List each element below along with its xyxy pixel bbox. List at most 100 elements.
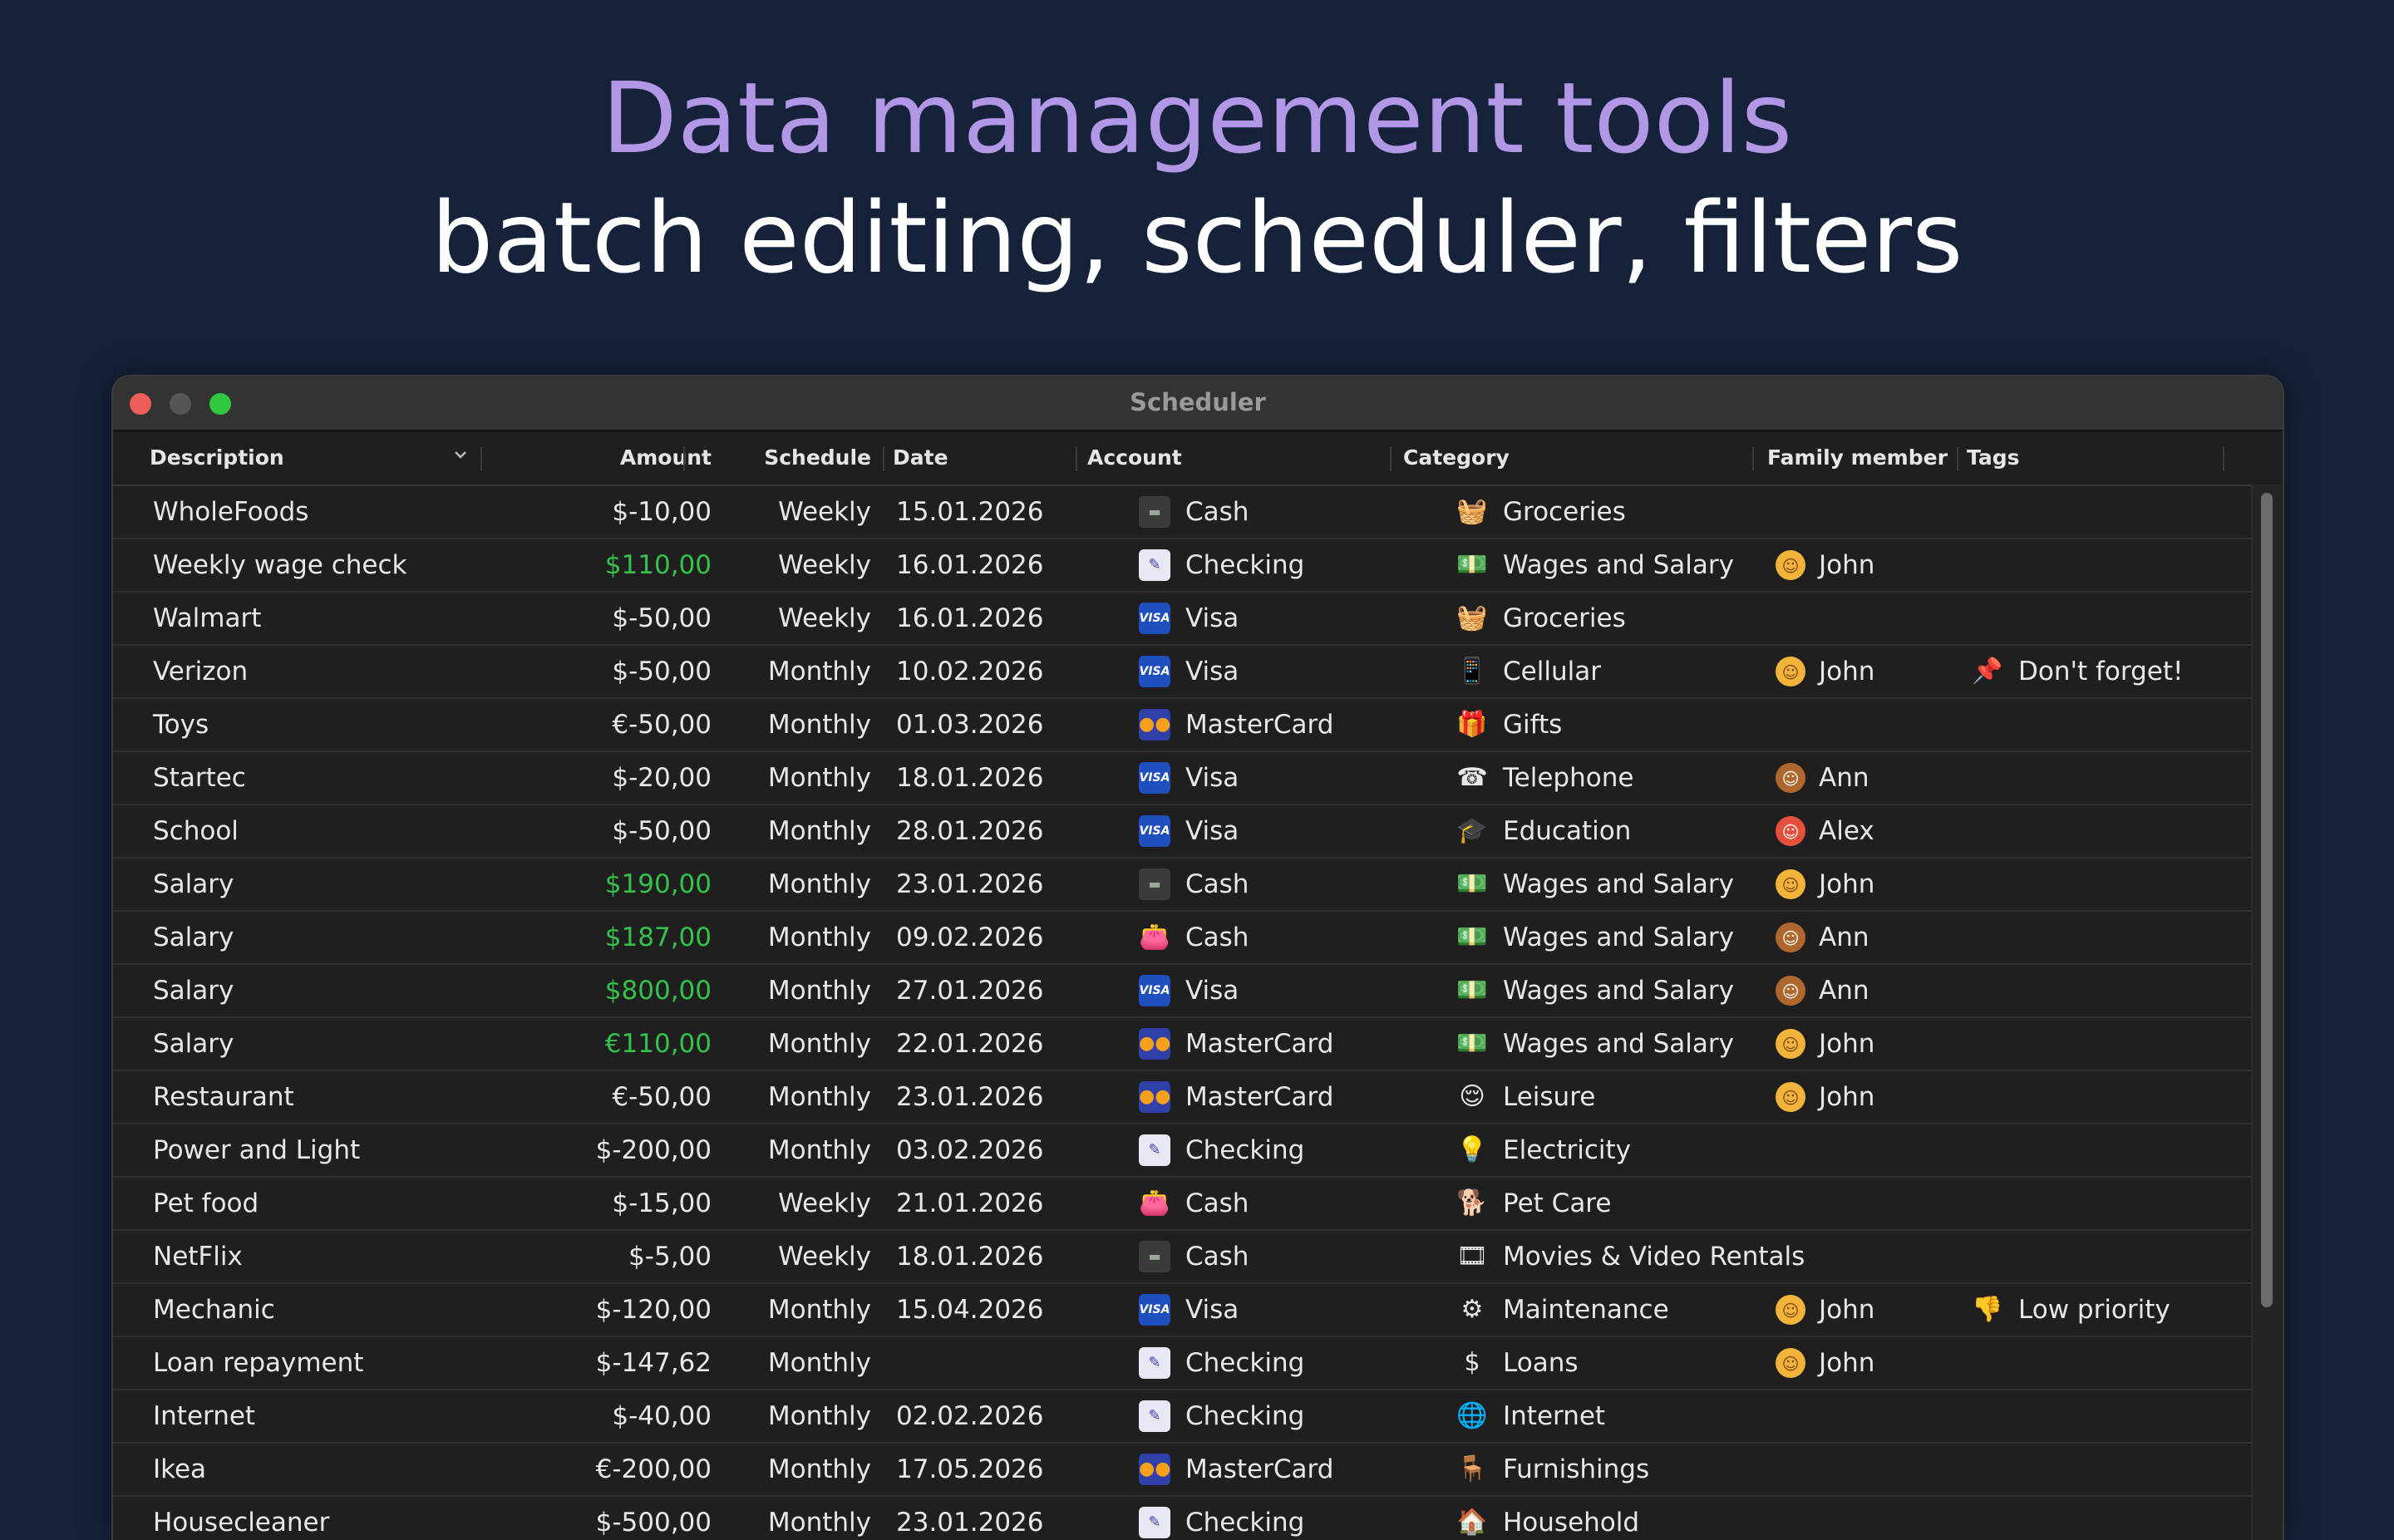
row-tag: 👎 Low priority xyxy=(1972,1284,2170,1336)
scheduler-window: Scheduler Description Amount Schedule Da… xyxy=(111,375,2284,1540)
row-account-label: Cash xyxy=(1185,869,1249,899)
row-category: 🎓 Education xyxy=(1456,805,1631,857)
row-amount: $-20,00 xyxy=(612,763,712,793)
table-row[interactable]: Salary $187,00 Monthly 09.02.2026 👛 Cash 💵 Wage… xyxy=(113,912,2251,965)
table-row[interactable]: Walmart $-50,00 Weekly 16.01.2026 VISA Visa 🧺 G… xyxy=(113,593,2251,646)
row-description: Pet food xyxy=(153,1188,259,1218)
row-description: Housecleaner xyxy=(153,1508,330,1538)
chevron-down-icon[interactable] xyxy=(452,446,469,463)
row-amount: $190,00 xyxy=(604,869,712,899)
column-header-date[interactable]: Date xyxy=(893,431,948,485)
row-account-label: Visa xyxy=(1185,657,1239,686)
column-header-account[interactable]: Account xyxy=(1087,431,1182,485)
row-family-label: Ann xyxy=(1819,976,1869,1006)
row-date: 23.01.2026 xyxy=(896,869,1044,899)
row-amount: $-50,00 xyxy=(612,816,712,846)
row-date: 28.01.2026 xyxy=(896,816,1044,846)
row-schedule: Weekly xyxy=(778,497,871,527)
visa-card-icon: VISA xyxy=(1139,761,1170,794)
row-category: 🏠 Household xyxy=(1456,1497,1639,1540)
table-row[interactable]: Weekly wage check $110,00 Weekly 16.01.2026… xyxy=(113,539,2251,593)
money-envelope-icon: 💵 xyxy=(1456,549,1488,579)
row-account-label: Visa xyxy=(1185,816,1239,846)
telephone-icon: ☎ xyxy=(1456,762,1488,792)
column-header-description[interactable]: Description xyxy=(150,431,284,485)
table-row[interactable]: Verizon $-50,00 Monthly 10.02.2026 VISA Visa 📱… xyxy=(113,646,2251,699)
row-category-label: Wages and Salary xyxy=(1503,923,1734,952)
row-category-label: Electricity xyxy=(1503,1135,1631,1165)
row-category: 🎞 Movies & Video Rentals xyxy=(1456,1231,1805,1282)
row-date: 18.01.2026 xyxy=(896,763,1044,793)
column-header-tags[interactable]: Tags xyxy=(1967,431,2019,485)
column-header-amount[interactable]: Amount xyxy=(620,431,712,485)
table-row[interactable]: Housecleaner $-500,00 Monthly 23.01.2026 ✎ Ch… xyxy=(113,1497,2251,1540)
table-row[interactable]: Power and Light $-200,00 Monthly 03.02.2026… xyxy=(113,1124,2251,1178)
thumbs-down-icon: 👎 xyxy=(1972,1294,2003,1324)
row-tag-label: Don't forget! xyxy=(2018,657,2184,686)
row-account-label: Cash xyxy=(1185,1188,1249,1218)
column-header-family-member[interactable]: Family member xyxy=(1767,431,1948,485)
row-account-label: Checking xyxy=(1185,1135,1305,1165)
scrollbar-thumb[interactable] xyxy=(2261,493,2273,1307)
column-separator[interactable] xyxy=(1957,446,1958,471)
column-separator[interactable] xyxy=(883,446,884,471)
table-row[interactable]: School $-50,00 Monthly 28.01.2026 VISA Visa 🎓 E… xyxy=(113,805,2251,859)
money-envelope-icon: 💵 xyxy=(1456,1028,1488,1058)
row-account-label: Checking xyxy=(1185,1508,1305,1538)
check-icon: ✎ xyxy=(1139,1400,1170,1432)
column-separator[interactable] xyxy=(2223,446,2224,471)
table-row[interactable]: Salary €110,00 Monthly 22.01.2026 ●● MasterCa… xyxy=(113,1018,2251,1071)
row-schedule: Monthly xyxy=(767,1295,871,1325)
row-category: 💵 Wages and Salary xyxy=(1456,965,1734,1016)
table-row[interactable]: Startec $-20,00 Monthly 18.01.2026 VISA Visa ☎… xyxy=(113,752,2251,805)
row-account: VISA Visa xyxy=(1139,646,1239,697)
row-family-member: ☺ John xyxy=(1776,1337,1874,1389)
row-category-label: Wages and Salary xyxy=(1503,1029,1734,1059)
john-avatar-icon: ☺ xyxy=(1776,656,1805,686)
row-category-label: Gifts xyxy=(1503,710,1563,740)
window-title: Scheduler xyxy=(1130,388,1266,416)
table-row[interactable]: Salary $190,00 Monthly 23.01.2026 ▬ Cash 💵 Wage… xyxy=(113,859,2251,912)
table-row[interactable]: Loan repayment $-147,62 Monthly ✎ Checking $ L… xyxy=(113,1337,2251,1390)
money-envelope-icon: 💵 xyxy=(1456,868,1488,898)
row-category-label: Groceries xyxy=(1503,497,1626,527)
check-icon: ✎ xyxy=(1139,1506,1170,1538)
table-row[interactable]: Mechanic $-120,00 Monthly 15.04.2026 VISA Vis… xyxy=(113,1284,2251,1337)
row-category: 🎁 Gifts xyxy=(1456,699,1562,750)
table-row[interactable]: Toys €-50,00 Monthly 01.03.2026 ●● MasterCard… xyxy=(113,699,2251,752)
row-category: ⚙ Maintenance xyxy=(1456,1284,1669,1336)
visa-card-icon: VISA xyxy=(1139,974,1170,1006)
row-category: ☎ Telephone xyxy=(1456,752,1633,804)
column-separator[interactable] xyxy=(1390,446,1392,471)
row-family-member: ☺ Alex xyxy=(1776,805,1874,857)
table-row[interactable]: Restaurant €-50,00 Monthly 23.01.2026 ●● Mast… xyxy=(113,1071,2251,1124)
column-header-schedule[interactable]: Schedule xyxy=(764,431,871,485)
globe-icon: 🌐 xyxy=(1456,1400,1488,1430)
table-row[interactable]: Ikea €-200,00 Monthly 17.05.2026 ●● MasterCar… xyxy=(113,1444,2251,1497)
row-account-label: Cash xyxy=(1185,1242,1249,1272)
row-schedule: Weekly xyxy=(778,1188,871,1218)
column-header-category[interactable]: Category xyxy=(1403,431,1510,485)
vertical-scrollbar[interactable] xyxy=(2251,485,2283,1540)
table-row[interactable]: WholeFoods $-10,00 Weekly 15.01.2026 ▬ Cash 🧺 G… xyxy=(113,486,2251,539)
row-family-member: ☺ John xyxy=(1776,646,1874,697)
table-row[interactable]: Internet $-40,00 Monthly 02.02.2026 ✎ Checkin… xyxy=(113,1390,2251,1444)
column-separator[interactable] xyxy=(480,446,482,471)
row-account: 👛 Cash xyxy=(1139,912,1249,963)
row-category-label: Maintenance xyxy=(1503,1295,1669,1325)
dog-icon: 🐕 xyxy=(1456,1188,1488,1218)
table-row[interactable]: Salary $800,00 Monthly 27.01.2026 VISA Visa 💵 W… xyxy=(113,965,2251,1018)
column-separator[interactable] xyxy=(683,446,685,471)
row-schedule: Monthly xyxy=(767,869,871,899)
john-avatar-icon: ☺ xyxy=(1776,868,1805,899)
row-schedule: Monthly xyxy=(767,1401,871,1431)
row-category-label: Wages and Salary xyxy=(1503,869,1734,899)
row-account: ●● MasterCard xyxy=(1139,1018,1333,1070)
table-row[interactable]: Pet food $-15,00 Weekly 21.01.2026 👛 Cash 🐕 Pet… xyxy=(113,1178,2251,1231)
row-schedule: Monthly xyxy=(767,923,871,952)
row-schedule: Monthly xyxy=(767,1082,871,1112)
row-account-label: Checking xyxy=(1185,550,1305,580)
column-separator[interactable] xyxy=(1752,446,1754,471)
table-row[interactable]: NetFlix $-5,00 Weekly 18.01.2026 ▬ Cash 🎞 Movie… xyxy=(113,1231,2251,1284)
column-separator[interactable] xyxy=(1076,446,1077,471)
